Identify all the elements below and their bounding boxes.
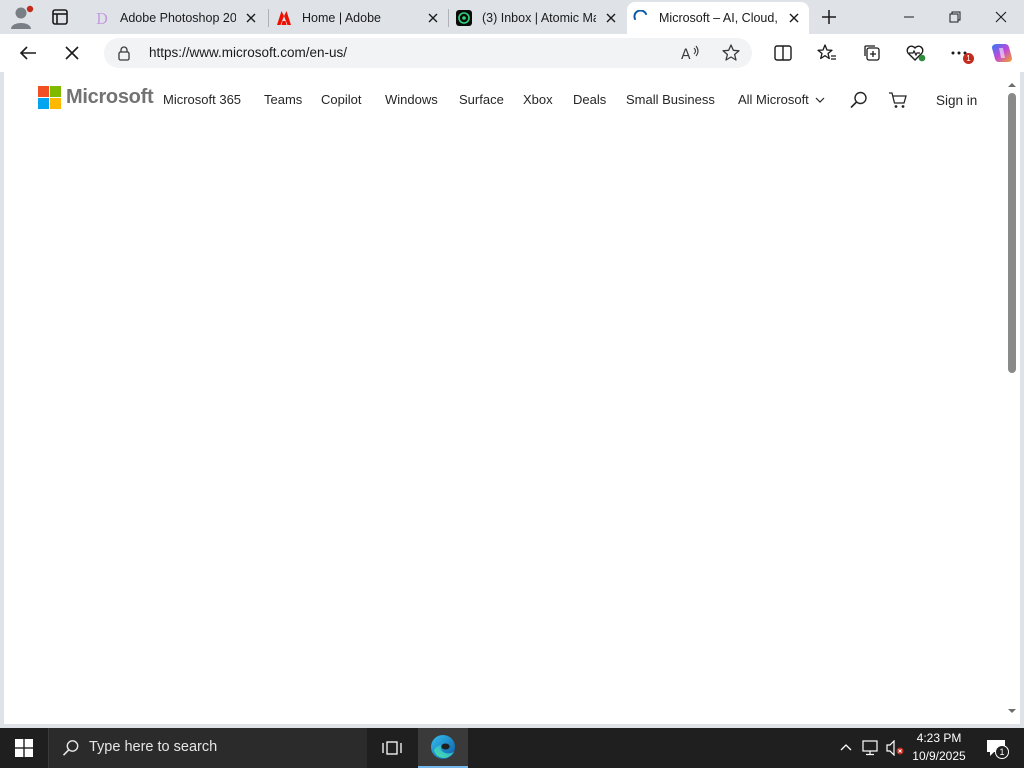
tab-title: Adobe Photoshop 2025: [120, 11, 236, 25]
scrollbar-thumb[interactable]: [1008, 93, 1016, 373]
windows-logo-icon: [15, 739, 33, 757]
back-button[interactable]: [13, 39, 43, 67]
clock-date[interactable]: 10/9/2025: [908, 749, 970, 763]
scroll-down-arrow-icon[interactable]: [1007, 706, 1017, 716]
favorites-button[interactable]: [812, 39, 842, 67]
plus-icon: [822, 10, 836, 24]
nav-teams[interactable]: Teams: [264, 92, 302, 107]
lock-icon[interactable]: [116, 45, 132, 61]
start-button[interactable]: [0, 728, 48, 768]
read-aloud-icon[interactable]: A: [681, 44, 701, 62]
close-icon[interactable]: [242, 9, 260, 27]
tab-title: Home | Adobe: [302, 11, 381, 25]
nav-xbox[interactable]: Xbox: [523, 92, 553, 107]
photoshop-d-icon: D: [94, 10, 110, 26]
nav-windows[interactable]: Windows: [385, 92, 438, 107]
tab-separator: [268, 9, 269, 27]
microsoft-logo[interactable]: Microsoft: [38, 86, 154, 109]
close-icon[interactable]: [602, 9, 620, 27]
notification-count-badge: 1: [995, 745, 1009, 759]
all-microsoft-menu[interactable]: All Microsoft: [738, 92, 825, 107]
tab-microsoft[interactable]: Microsoft – AI, Cloud, Productivity: [627, 2, 809, 34]
profile-button[interactable]: [8, 4, 36, 30]
sign-in-link[interactable]: Sign in: [936, 93, 977, 108]
nav-copilot[interactable]: Copilot: [321, 92, 361, 107]
close-icon: [995, 11, 1007, 23]
network-icon[interactable]: [862, 740, 880, 756]
restore-icon: [949, 11, 961, 23]
search-icon[interactable]: [849, 90, 869, 110]
all-microsoft-label: All Microsoft: [738, 92, 809, 107]
toolbar: https://www.microsoft.com/en-us/ A 1: [0, 34, 1024, 72]
tab-strip: D Adobe Photoshop 2025 Home | Adobe (3) …: [0, 0, 1024, 34]
profile-avatar-icon: [11, 5, 34, 29]
adobe-icon: [276, 10, 292, 26]
minimize-icon: [904, 16, 914, 18]
microsoft-logo-icon: [38, 86, 61, 109]
nav-small-business[interactable]: Small Business: [626, 92, 715, 107]
close-window-button[interactable]: [978, 0, 1024, 34]
chevron-up-icon[interactable]: [840, 742, 852, 752]
split-screen-icon: [774, 45, 792, 61]
url-text[interactable]: https://www.microsoft.com/en-us/: [149, 45, 347, 60]
copilot-button[interactable]: [987, 39, 1017, 67]
collections-icon: [864, 45, 880, 61]
atomic-mail-icon: [456, 10, 472, 26]
stop-loading-button[interactable]: [57, 39, 87, 67]
new-tab-button[interactable]: [818, 6, 840, 28]
tab-home-adobe[interactable]: Home | Adobe: [270, 4, 448, 32]
search-placeholder: Type here to search: [89, 739, 218, 755]
notifications-button[interactable]: 1: [978, 728, 1014, 768]
tab-adobe-photoshop[interactable]: D Adobe Photoshop 2025: [88, 4, 266, 32]
favorites-star-list-icon: [817, 44, 836, 60]
nav-microsoft-365[interactable]: Microsoft 365: [163, 92, 241, 107]
close-icon[interactable]: [424, 9, 442, 27]
taskbar-edge-app[interactable]: [418, 728, 468, 768]
restore-button[interactable]: [932, 0, 978, 34]
heart-pulse-icon: [906, 45, 926, 62]
chevron-down-icon: [815, 97, 825, 103]
copilot-icon: [992, 44, 1012, 62]
tab-actions-button[interactable]: [48, 6, 72, 28]
collections-button[interactable]: [857, 39, 887, 67]
nav-surface[interactable]: Surface: [459, 92, 504, 107]
vertical-tabs-icon: [52, 9, 68, 25]
volume-muted-icon[interactable]: [886, 740, 906, 756]
clock-time[interactable]: 4:23 PM: [908, 731, 970, 745]
split-screen-button[interactable]: [768, 39, 798, 67]
task-view-button[interactable]: [370, 728, 414, 768]
tab-separator: [448, 9, 449, 27]
notification-badge: 1: [963, 53, 974, 64]
settings-more-button[interactable]: 1: [945, 39, 975, 67]
edge-browser-icon: [431, 735, 455, 759]
tab-title: (3) Inbox | Atomic Mail: [482, 11, 596, 25]
search-icon: [62, 740, 79, 756]
svg-text:D: D: [96, 10, 108, 26]
loading-spinner-icon: [633, 10, 649, 26]
brand-wordmark: Microsoft: [66, 86, 154, 108]
site-header: Microsoft Microsoft 365 Teams Copilot Wi…: [4, 72, 1004, 126]
task-view-icon: [382, 741, 402, 755]
taskbar: Type here to search 4:23 PM 10/9/2025 1: [0, 728, 1024, 768]
arrow-left-icon: [19, 46, 36, 60]
minimize-button[interactable]: [886, 0, 932, 34]
close-icon[interactable]: [785, 9, 803, 27]
taskbar-search-box[interactable]: Type here to search: [48, 728, 367, 768]
star-icon[interactable]: [721, 43, 741, 63]
web-page: Microsoft Microsoft 365 Teams Copilot Wi…: [4, 72, 1004, 724]
address-bar[interactable]: https://www.microsoft.com/en-us/ A: [104, 38, 752, 68]
browser-essentials-button[interactable]: [901, 39, 931, 67]
cart-icon[interactable]: [888, 90, 908, 110]
svg-text:A: A: [681, 47, 691, 62]
tab-atomic-mail[interactable]: (3) Inbox | Atomic Mail: [450, 4, 626, 32]
scroll-up-arrow-icon[interactable]: [1007, 80, 1017, 90]
tab-title: Microsoft – AI, Cloud, Productivity: [659, 11, 779, 25]
close-icon: [65, 46, 79, 60]
nav-deals[interactable]: Deals: [573, 92, 606, 107]
